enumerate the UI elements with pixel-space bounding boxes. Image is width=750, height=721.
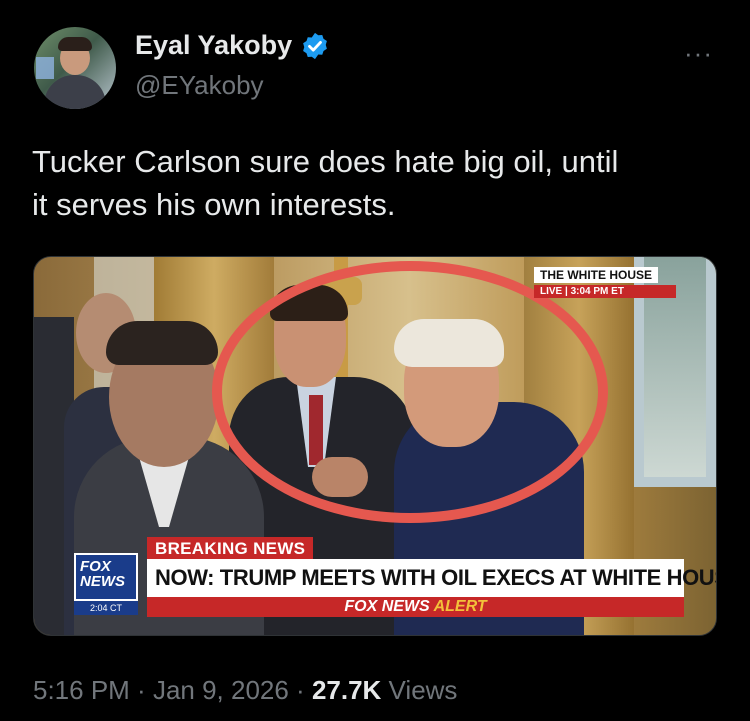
tweet-metadata: 5:16 PM · Jan 9, 2026 · 27.7K Views — [33, 675, 457, 706]
views-count[interactable]: 27.7K — [312, 675, 381, 705]
breaking-news-word: NEWS — [253, 539, 306, 558]
author-name-row[interactable]: Eyal Yakoby — [135, 30, 330, 61]
logo-line: FOX — [80, 558, 111, 575]
alert-word: ALERT — [433, 598, 487, 615]
live-time-bug: LIVE | 3:04 PM ET — [534, 285, 676, 298]
post-date[interactable]: Jan 9, 2026 — [153, 675, 289, 705]
avatar[interactable] — [34, 27, 116, 109]
alert-brand: FOX NEWS — [344, 598, 430, 615]
tweet-media-image[interactable]: THE WHITE HOUSE LIVE | 3:04 PM ET FOX NE… — [33, 256, 717, 636]
fox-news-logo: FOX NEWS — [74, 553, 138, 601]
alert-strip: FOX NEWS ALERT — [147, 597, 684, 617]
tweet-text-line: Tucker Carlson sure does hate big oil, u… — [32, 144, 619, 179]
meta-separator: · — [288, 675, 312, 705]
tweet-text-line: it serves his own interests. — [32, 187, 396, 222]
tweet-text: Tucker Carlson sure does hate big oil, u… — [32, 140, 722, 226]
post-time[interactable]: 5:16 PM — [33, 675, 130, 705]
breaking-news-banner: BREAKING NEWS — [147, 537, 314, 561]
logo-line: NEWS — [80, 573, 125, 590]
meta-separator: · — [129, 675, 153, 705]
views-label: Views — [381, 675, 458, 705]
person-foreground-hair — [106, 321, 218, 365]
avatar-shirt — [44, 75, 106, 109]
logo-time: 2:04 CT — [74, 601, 138, 615]
avatar-flag — [36, 57, 54, 79]
avatar-hair — [58, 37, 92, 51]
user-handle[interactable]: @EYakoby — [135, 70, 264, 101]
more-options-icon[interactable]: ··· — [684, 38, 713, 69]
location-bug: THE WHITE HOUSE — [534, 267, 659, 283]
breaking-label: BREAKING — [155, 539, 249, 558]
display-name[interactable]: Eyal Yakoby — [135, 30, 292, 61]
verified-badge-icon — [303, 32, 327, 59]
chyron-headline: NOW: TRUMP MEETS WITH OIL EXECS AT WHITE… — [147, 559, 716, 597]
highlight-circle — [212, 261, 608, 523]
